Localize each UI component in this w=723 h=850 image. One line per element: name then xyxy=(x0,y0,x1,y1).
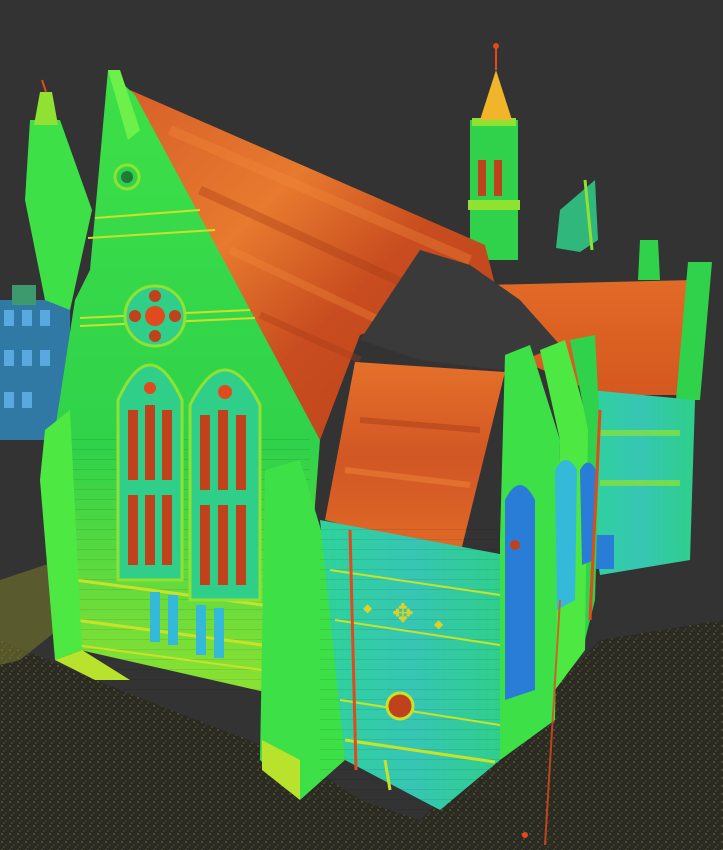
porthole-window xyxy=(385,691,415,721)
ornament-icon: ◆ xyxy=(434,617,444,631)
ornament-icon: ◆ xyxy=(363,601,373,615)
quatrefoil-icon: ✥ xyxy=(392,599,414,629)
point-cloud-scene: ✥ ◆ ◆ xyxy=(0,0,723,850)
side-wing: ✥ ◆ ◆ xyxy=(320,520,505,810)
